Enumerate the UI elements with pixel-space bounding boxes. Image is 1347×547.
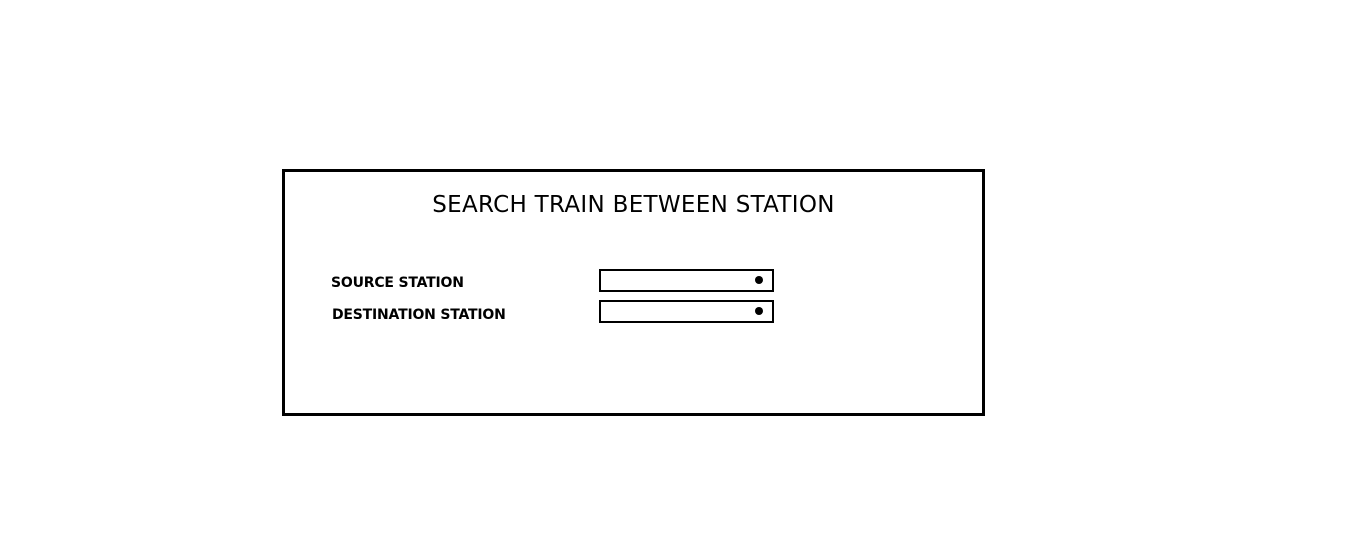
source-station-label: SOURCE STATION	[331, 275, 464, 291]
destination-station-label: DESTINATION STATION	[332, 307, 506, 323]
page-title: SEARCH TRAIN BETWEEN STATION	[432, 192, 835, 218]
dropdown-dot-icon[interactable]	[755, 307, 763, 315]
source-station-select[interactable]	[599, 269, 774, 292]
destination-station-select[interactable]	[599, 300, 774, 323]
search-train-panel: SEARCH TRAIN BETWEEN STATION SOURCE STAT…	[282, 169, 985, 416]
dropdown-dot-icon[interactable]	[755, 276, 763, 284]
